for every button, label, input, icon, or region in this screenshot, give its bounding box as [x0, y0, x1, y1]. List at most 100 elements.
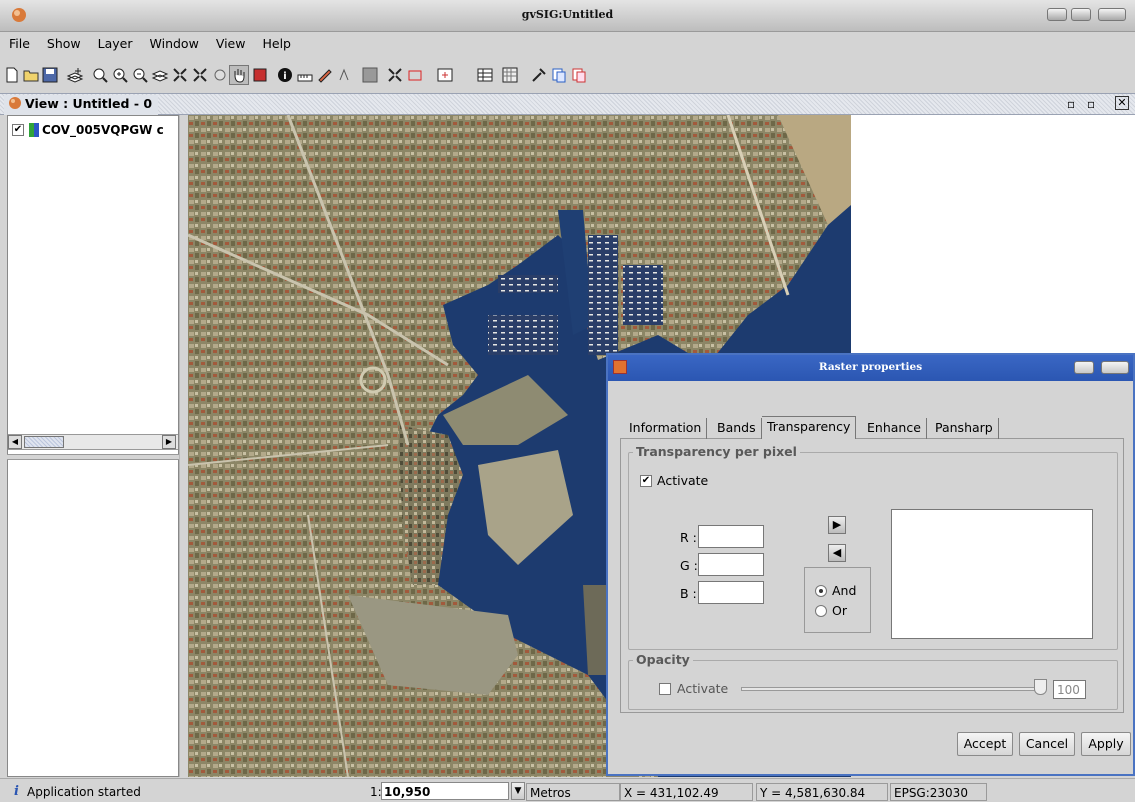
r-label: R :	[680, 530, 697, 545]
view-title-label: View : Untitled - 0	[4, 95, 159, 115]
g-input[interactable]	[698, 553, 764, 576]
clip2-icon[interactable]	[570, 66, 588, 84]
layer-visibility-checkbox[interactable]: ✔	[12, 124, 24, 136]
logic-group	[804, 567, 871, 633]
add-layer-icon[interactable]	[66, 66, 84, 84]
y-coordinate: Y = 4,581,630.84	[756, 783, 888, 801]
pan-hand-icon[interactable]	[229, 65, 249, 85]
tab-pansharp[interactable]: Pansharp	[930, 418, 999, 439]
menu-view[interactable]: View	[207, 32, 254, 51]
toc-map-splitter[interactable]	[179, 115, 188, 777]
cancel-button[interactable]: Cancel	[1019, 732, 1075, 756]
menu-file[interactable]: File	[0, 32, 38, 51]
scale-prefix: 1:	[370, 785, 382, 799]
opacity-activate-label: Activate	[677, 681, 729, 696]
or-radio[interactable]	[815, 605, 827, 617]
toolbar: i	[0, 56, 1135, 94]
clip-icon[interactable]	[550, 66, 568, 84]
g-label: G :	[680, 558, 698, 573]
svg-text:i: i	[283, 71, 286, 82]
select-icon[interactable]	[316, 66, 334, 84]
dialog-title: Raster properties	[818, 361, 923, 373]
zoom-full-icon[interactable]	[91, 66, 109, 84]
scale-dropdown-icon[interactable]: ▼	[511, 782, 525, 800]
view-minimize-icon[interactable]: ▫	[1067, 97, 1075, 111]
menu-layer[interactable]: Layer	[89, 32, 141, 51]
scroll-thumb[interactable]	[24, 436, 64, 448]
tab-bands[interactable]: Bands	[712, 418, 762, 439]
opacity-title: Opacity	[633, 652, 693, 667]
opacity-value-field[interactable]: 100	[1053, 680, 1086, 699]
raster-properties-dialog: Raster properties Information Bands Tran…	[606, 353, 1135, 776]
info-icon[interactable]: i	[276, 66, 294, 84]
apply-button[interactable]: Apply	[1081, 732, 1131, 756]
pixel-values-list[interactable]	[891, 509, 1093, 639]
zoom-layer-icon[interactable]	[151, 66, 169, 84]
crs-field: EPSG:23030	[890, 783, 987, 801]
zoom-select-icon[interactable]	[171, 66, 189, 84]
new-document-icon[interactable]	[3, 66, 21, 84]
layer-toc: ✔ COV_005VQPGW c ◀ ▶	[7, 115, 179, 777]
menu-window[interactable]: Window	[141, 32, 207, 51]
menu-help[interactable]: Help	[253, 32, 299, 51]
maximize-button[interactable]	[1071, 8, 1091, 21]
view-icon	[9, 97, 21, 109]
and-label: And	[832, 583, 857, 598]
view-title-bar: View : Untitled - 0 ▫ ▫ ✕	[0, 93, 1135, 115]
scroll-right-icon[interactable]: ▶	[162, 435, 176, 449]
info-status-icon: i	[14, 784, 19, 799]
opacity-slider-thumb[interactable]	[1034, 679, 1047, 695]
opacity-activate-checkbox[interactable]	[659, 683, 671, 695]
remove-arrow-icon[interactable]: ◀	[828, 544, 846, 562]
view-title: View : Untitled - 0	[25, 96, 153, 111]
layer-props-icon[interactable]	[251, 66, 269, 84]
zoom-out-icon[interactable]	[131, 66, 149, 84]
layer-name[interactable]: COV_005VQPGW c	[42, 123, 178, 137]
measure-icon[interactable]	[296, 66, 314, 84]
title-bar: gvSIG:Untitled	[0, 0, 1135, 32]
open-folder-icon[interactable]	[22, 66, 40, 84]
minimize-button[interactable]	[1047, 8, 1067, 21]
tab-information[interactable]: Information	[624, 418, 708, 439]
fill-icon[interactable]	[361, 66, 379, 84]
edit-icon[interactable]	[336, 66, 354, 84]
accept-button[interactable]: Accept	[957, 732, 1013, 756]
pixel-activate-label: Activate	[657, 473, 709, 488]
toc-horizontal-scrollbar[interactable]: ◀ ▶	[8, 434, 178, 450]
tools-icon[interactable]	[530, 66, 548, 84]
b-input[interactable]	[698, 581, 764, 604]
raster-layer-icon-band	[34, 123, 39, 137]
scale-input[interactable]: 10,950	[381, 782, 509, 800]
view-maximize-icon[interactable]: ▫	[1087, 97, 1095, 111]
save-icon[interactable]	[41, 66, 59, 84]
rectangle-select-icon[interactable]	[406, 66, 424, 84]
or-label: Or	[832, 603, 847, 618]
dialog-title-bar: Raster properties	[608, 355, 1133, 381]
zoom-in-icon[interactable]	[111, 66, 129, 84]
tab-enhance[interactable]: Enhance	[862, 418, 927, 439]
add-point-icon[interactable]	[436, 66, 454, 84]
pixel-activate-checkbox[interactable]: ✔	[640, 475, 652, 487]
menu-bar: File Show Layer Window View Help	[0, 32, 1135, 56]
menu-show[interactable]: Show	[38, 32, 89, 51]
tab-transparency[interactable]: Transparency	[762, 416, 857, 439]
transparency-per-pixel-title: Transparency per pixel	[633, 444, 800, 459]
table-icon[interactable]	[476, 66, 494, 84]
dialog-maximize-button[interactable]	[1074, 361, 1094, 374]
close-button[interactable]	[1098, 8, 1126, 21]
grid-icon[interactable]	[501, 66, 519, 84]
b-label: B :	[680, 586, 697, 601]
zoom-expand-icon[interactable]	[191, 66, 209, 84]
view-close-icon[interactable]: ✕	[1115, 96, 1129, 110]
dialog-close-button[interactable]	[1101, 361, 1129, 374]
zoom-back-icon[interactable]	[211, 66, 229, 84]
status-message: Application started	[27, 785, 141, 799]
scroll-left-icon[interactable]: ◀	[8, 435, 22, 449]
opacity-slider[interactable]	[741, 687, 1041, 691]
toc-splitter[interactable]	[7, 454, 179, 460]
expand-icon[interactable]	[386, 66, 404, 84]
and-radio[interactable]	[815, 585, 827, 597]
add-arrow-icon[interactable]: ▶	[828, 516, 846, 534]
r-input[interactable]	[698, 525, 764, 548]
map-empty-area[interactable]	[851, 115, 1135, 355]
